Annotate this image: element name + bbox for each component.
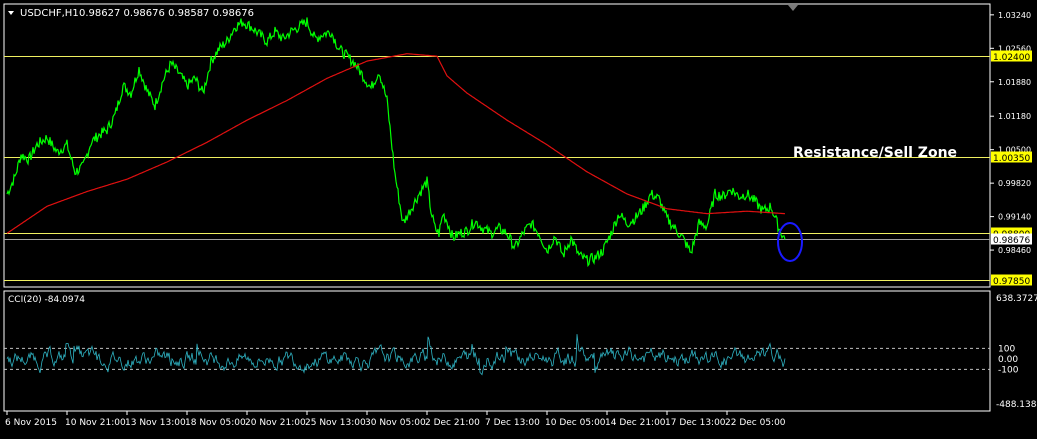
y-tick-label-6: 0.99140 bbox=[998, 213, 1031, 222]
resistance-annotation: Resistance/Sell Zone bbox=[793, 145, 957, 161]
x-tick-label-11: 17 Dec 13:00 bbox=[665, 418, 726, 428]
x-tick-label-8: 7 Dec 13:00 bbox=[485, 418, 540, 428]
cci-axis-min: -488.1384 bbox=[996, 400, 1037, 410]
current-price-tag-label: 0.98676 bbox=[993, 236, 1030, 246]
x-tick-label-5: 25 Nov 13:00 bbox=[305, 418, 366, 428]
x-tick-label-1: 10 Nov 21:00 bbox=[65, 418, 126, 428]
cci-label: CCI(20) -84.0974 bbox=[8, 295, 85, 305]
y-tick-label-0: 1.03240 bbox=[998, 11, 1031, 20]
y-tick-label-3: 1.01180 bbox=[998, 112, 1031, 121]
y-tick-label-5: 0.99820 bbox=[998, 179, 1031, 188]
cci-level-label-0: 100 bbox=[998, 344, 1015, 354]
y-tick-label-7: 0.98460 bbox=[998, 246, 1031, 255]
chart-window: 1.03240 1.02560 1.01880 1.01180 1.00500 0.998… bbox=[0, 0, 1037, 434]
x-tick-label-4: 20 Nov 21:00 bbox=[245, 418, 306, 428]
x-tick-label-12: 22 Dec 05:00 bbox=[725, 418, 786, 428]
cci-axis-max: 638.3727 bbox=[996, 294, 1037, 304]
level-tag-label-0: 1.02400 bbox=[993, 53, 1030, 63]
symbol-label: USDCHF,H1 bbox=[20, 8, 79, 19]
x-tick-label-9: 10 Dec 05:00 bbox=[545, 418, 606, 428]
cci-level-label-1: 0.00 bbox=[998, 355, 1018, 365]
x-tick-label-2: 13 Nov 13:00 bbox=[125, 418, 186, 428]
level-tag-label-1: 1.00350 bbox=[993, 154, 1030, 164]
x-tick-label-0: 6 Nov 2015 bbox=[5, 418, 57, 428]
cci-level-label-2: -100 bbox=[998, 365, 1019, 375]
x-tick-label-3: 18 Nov 05:00 bbox=[185, 418, 246, 428]
ohlc-values: 0.98627 0.98676 0.98587 0.98676 bbox=[79, 8, 254, 19]
x-tick-label-10: 14 Dec 21:00 bbox=[605, 418, 666, 428]
x-tick-label-6: 30 Nov 05:00 bbox=[365, 418, 426, 428]
chart-canvas[interactable]: 1.032401.025601.018801.011801.005000.998… bbox=[0, 0, 1037, 434]
level-tag-label-3: 0.97850 bbox=[993, 277, 1030, 287]
x-tick-label-7: 2 Dec 21:00 bbox=[425, 418, 480, 428]
y-tick-label-2: 1.01880 bbox=[998, 78, 1031, 87]
